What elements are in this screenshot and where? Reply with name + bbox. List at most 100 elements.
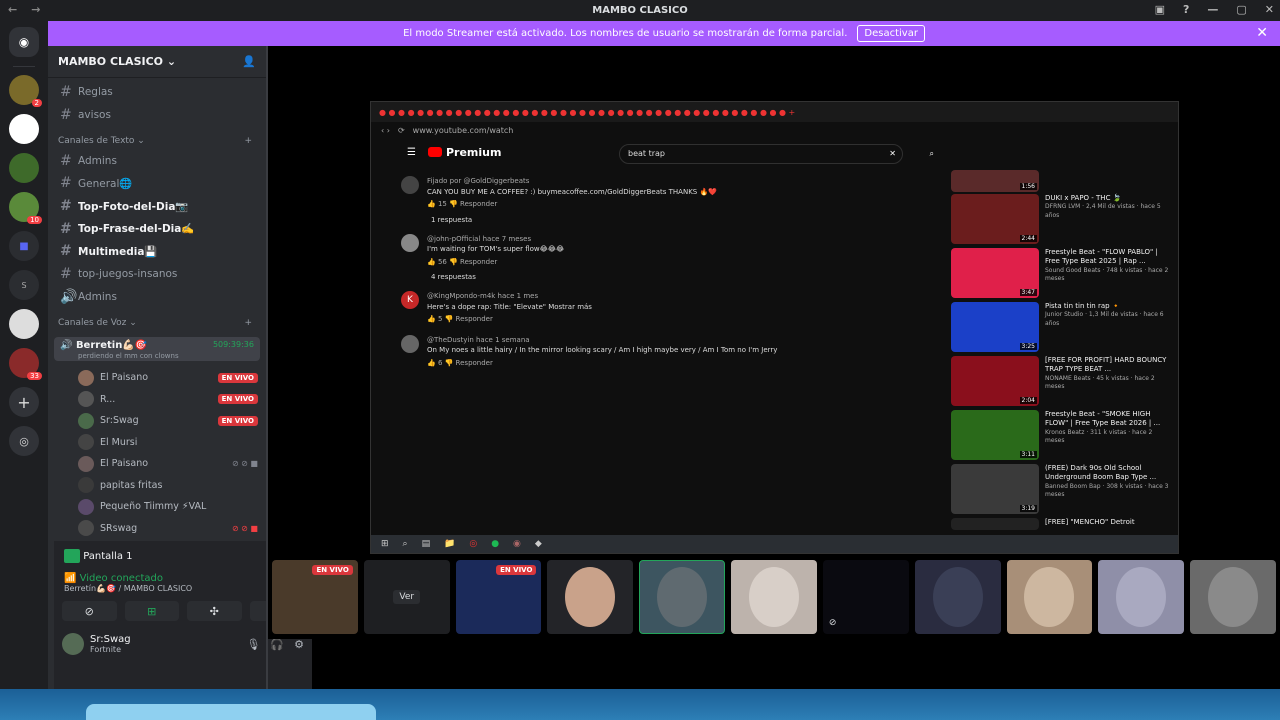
channel-reglas[interactable]: # Reglas bbox=[48, 81, 258, 104]
participant-tile[interactable] bbox=[914, 560, 1001, 634]
voice-user[interactable]: El Paisano EN VIVO bbox=[48, 367, 258, 389]
hash-icon: # bbox=[60, 152, 72, 169]
replies-toggle[interactable]: 4 respuestas bbox=[431, 273, 961, 281]
close-icon[interactable]: ✕ bbox=[1256, 25, 1268, 41]
server-icon[interactable] bbox=[9, 309, 39, 339]
activities-button[interactable]: ✣ bbox=[187, 601, 242, 621]
stream-tile[interactable]: EN VIVO bbox=[455, 560, 542, 634]
minimize-button[interactable]: — bbox=[1207, 3, 1218, 16]
participant-tile[interactable]: ⊘ bbox=[822, 560, 909, 634]
voice-channel[interactable]: 🔊 Berretin💪🏻🎯 509:39:36 perdiendo el mm c… bbox=[54, 337, 260, 362]
screen-icon bbox=[64, 549, 80, 563]
participant-video bbox=[657, 567, 708, 627]
comment: K @KingMpondo-m4k hace 1 mes Here's a dope… bbox=[401, 291, 961, 325]
thumbnail: 3:19 bbox=[951, 464, 1039, 514]
deactivate-button[interactable]: Desactivar bbox=[857, 25, 925, 42]
avatar bbox=[62, 633, 84, 655]
screen-share-button[interactable]: ⊞ bbox=[124, 601, 179, 621]
avatar bbox=[78, 369, 94, 386]
hash-icon: # bbox=[60, 84, 72, 101]
participant-tile[interactable] bbox=[731, 560, 817, 634]
voice-user[interactable]: papitas fritas bbox=[48, 475, 258, 497]
channel-general[interactable]: # General🌐 bbox=[48, 172, 258, 195]
avatar bbox=[78, 520, 94, 537]
rec-video[interactable]: 2:44 DUKI x PAPO - THC 🍃 DFRNG LVM · 2,4 M… bbox=[951, 194, 1171, 248]
add-server-icon[interactable]: + bbox=[9, 387, 39, 417]
text-category[interactable]: Canales de Texto ⌄ + bbox=[48, 126, 266, 149]
avatar bbox=[401, 176, 419, 194]
rec-video[interactable]: 3:11 Freestyle Beat - "SMOKE HIGH FLOW" |… bbox=[951, 410, 1171, 464]
channel-top-frase[interactable]: # Top-Frase-del-Dia✍️ bbox=[48, 217, 258, 240]
gear-icon[interactable]: ⚙ bbox=[294, 638, 304, 651]
replies-toggle[interactable]: 1 respuesta bbox=[431, 216, 961, 224]
thumbnail: 2:44 bbox=[951, 194, 1039, 244]
hash-icon: # bbox=[60, 107, 72, 124]
voice-category[interactable]: Canales de Voz ⌄ + bbox=[48, 308, 266, 331]
server-icon[interactable]: ■ bbox=[9, 231, 39, 261]
channel-multimedia[interactable]: # Multimedia💾 bbox=[48, 240, 258, 263]
avatar bbox=[401, 334, 419, 353]
server-icon[interactable]: 33 bbox=[9, 348, 42, 380]
help-icon[interactable]: ? bbox=[1183, 3, 1189, 16]
voice-user[interactable]: SRswag ⊘ ⊘ ■ bbox=[48, 518, 258, 540]
participant-video bbox=[748, 567, 799, 627]
server-list: ◉ 2 10 ■ S 33 + ◎ bbox=[0, 21, 48, 689]
address-bar[interactable]: ‹ › ⟳ www.youtube.com/watch bbox=[371, 122, 1178, 138]
voice-user[interactable]: Sr:Swag EN VIVO bbox=[48, 410, 258, 432]
server-icon[interactable]: 10 bbox=[9, 192, 42, 224]
youtube-logo[interactable]: Premium bbox=[427, 146, 501, 159]
stream-tile[interactable]: EN VIVO bbox=[272, 560, 358, 634]
voice-user[interactable]: Pequeño Tiimmy ⚡VAL bbox=[48, 496, 258, 518]
nav-arrows[interactable]: ← → bbox=[8, 3, 40, 16]
background-wallpaper bbox=[0, 689, 1280, 720]
forward-arrow-icon[interactable]: → bbox=[31, 3, 40, 16]
channel-admins[interactable]: # Admins bbox=[48, 149, 258, 172]
voice-user[interactable]: El Mursi bbox=[48, 432, 258, 454]
channel-avisos[interactable]: # avisos bbox=[48, 104, 258, 127]
rec-video[interactable]: 2:04 [FREE FOR PROFIT] HARD BOUNCY TRAP T… bbox=[951, 356, 1171, 410]
browser-tabs[interactable]: ● ● ● ● ● ● ● ● ● ● ● ● ● ● ● ● ● ● ● ● … bbox=[371, 102, 1178, 122]
channel-top-juegos[interactable]: # top-juegos-insanos bbox=[48, 263, 258, 286]
server-header[interactable]: MAMBO CLASICO ⌄ 👤 bbox=[48, 46, 266, 78]
rec-video[interactable]: 3:19 (FREE) Dark 90s Old School Undergrou… bbox=[951, 464, 1171, 518]
discord-home-icon[interactable]: ◉ bbox=[9, 27, 39, 57]
server-icon[interactable] bbox=[9, 114, 39, 144]
rec-video[interactable]: 1:56 bbox=[951, 170, 1171, 194]
watch-button[interactable]: Ver bbox=[393, 590, 421, 604]
streamed-browser: ● ● ● ● ● ● ● ● ● ● ● ● ● ● ● ● ● ● ● ● … bbox=[370, 101, 1179, 554]
rec-video[interactable]: [FREE] "MENCHO" Detroit bbox=[951, 518, 1171, 532]
camera-off-button[interactable]: ⊘ bbox=[62, 601, 117, 621]
voice-user[interactable]: R... EN VIVO bbox=[48, 389, 258, 411]
hash-icon: # bbox=[60, 220, 72, 237]
participant-tile[interactable] bbox=[1190, 560, 1276, 634]
participant-tile[interactable] bbox=[547, 560, 634, 634]
participant-tile[interactable] bbox=[639, 560, 726, 634]
maximize-button[interactable]: ▢ bbox=[1236, 3, 1246, 16]
explore-icon[interactable]: ◎ bbox=[9, 426, 39, 456]
inbox-icon[interactable]: ▣ bbox=[1155, 3, 1165, 16]
avatar bbox=[78, 434, 94, 451]
channel-admins-voice[interactable]: 🔊 Admins bbox=[48, 286, 258, 309]
rec-video[interactable]: 3:25 Pista tin tin tin rap 🔸 Junior Studio… bbox=[951, 302, 1171, 356]
server-icon[interactable]: 2 bbox=[9, 75, 42, 107]
hash-icon: # bbox=[60, 175, 72, 192]
channel-top-foto[interactable]: # Top-Foto-del-Dia📷 bbox=[48, 195, 258, 218]
voice-user[interactable]: El Paisano ⊘ ⊘ ■ bbox=[48, 453, 258, 475]
close-button[interactable]: ✕ bbox=[1265, 3, 1274, 16]
server-icon[interactable] bbox=[9, 153, 39, 183]
banner-text: El modo Streamer está activado. Los nomb… bbox=[403, 28, 848, 39]
window-titlebar: ← → MAMBO CLASICO ▣? — ▢ ✕ bbox=[0, 0, 1280, 21]
rec-video[interactable]: 3:47 Freestyle Beat - "FLOW PABLO" | Free… bbox=[951, 248, 1171, 302]
menu-icon[interactable]: ☰ bbox=[407, 147, 416, 158]
avatar bbox=[78, 455, 94, 472]
participant-tile[interactable] bbox=[1006, 560, 1093, 634]
search-input[interactable]: beat trap ⌕ ✕ bbox=[619, 144, 934, 164]
mic-icon[interactable]: 🎙 bbox=[246, 638, 260, 651]
add-member-icon[interactable]: 👤 bbox=[242, 55, 256, 68]
stream-tile[interactable]: Ver bbox=[363, 560, 450, 634]
participant-tile[interactable] bbox=[1098, 560, 1185, 634]
headphones-icon[interactable]: 🎧 bbox=[270, 638, 284, 651]
hash-icon: # bbox=[60, 243, 72, 260]
server-icon[interactable]: S bbox=[9, 270, 39, 300]
back-arrow-icon[interactable]: ← bbox=[8, 3, 17, 16]
